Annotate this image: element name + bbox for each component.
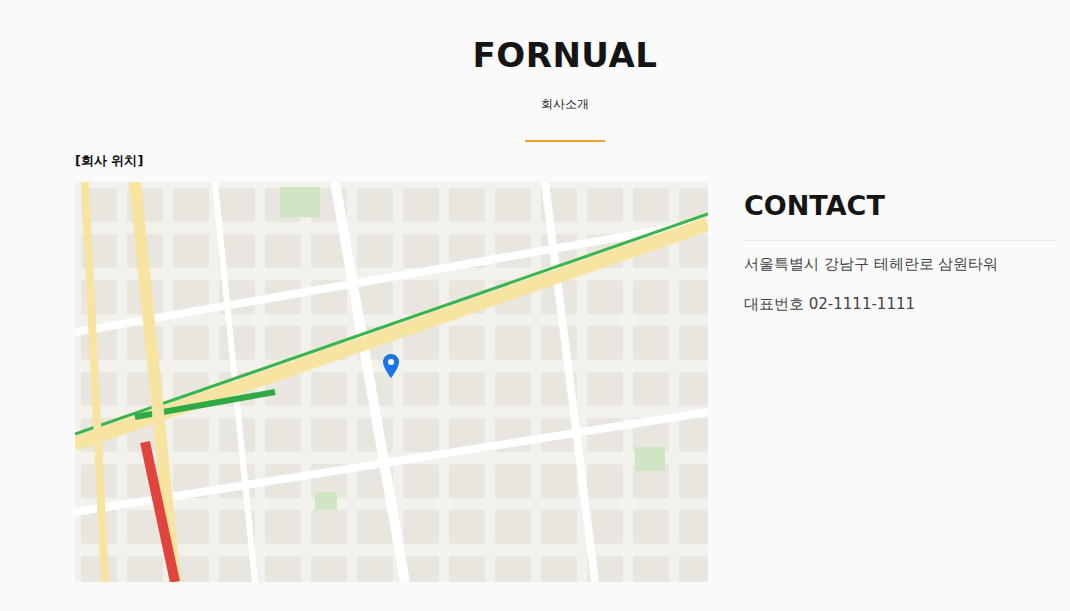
accent-line (525, 140, 605, 142)
page-subtitle: 회사소개 (541, 96, 589, 112)
contact-phone: 대표번호 02-1111-1111 (744, 293, 1055, 315)
site-title: FORNUAL (473, 34, 658, 76)
location-label: [회사 위치] (75, 152, 1055, 170)
contact-divider (744, 240, 1055, 241)
contact-panel: CONTACT 서울특별시 강남구 테헤란로 삼원타워대표번호 02-1111-1… (744, 182, 1055, 315)
map-pin-icon[interactable] (383, 354, 399, 378)
location-row: CONTACT 서울특별시 강남구 테헤란로 삼원타워대표번호 02-1111-1… (75, 182, 1055, 582)
map[interactable] (75, 182, 708, 582)
page-header: FORNUAL 회사소개 (75, 0, 1055, 142)
contact-title: CONTACT (744, 188, 1055, 224)
contact-address: 서울특별시 강남구 테헤란로 삼원타워 (744, 253, 1055, 275)
page: FORNUAL 회사소개 [회사 위치] CONTACT 서울특별시 강남구 테헤란로 … (75, 0, 1055, 582)
map-drawing-icon (75, 182, 708, 582)
